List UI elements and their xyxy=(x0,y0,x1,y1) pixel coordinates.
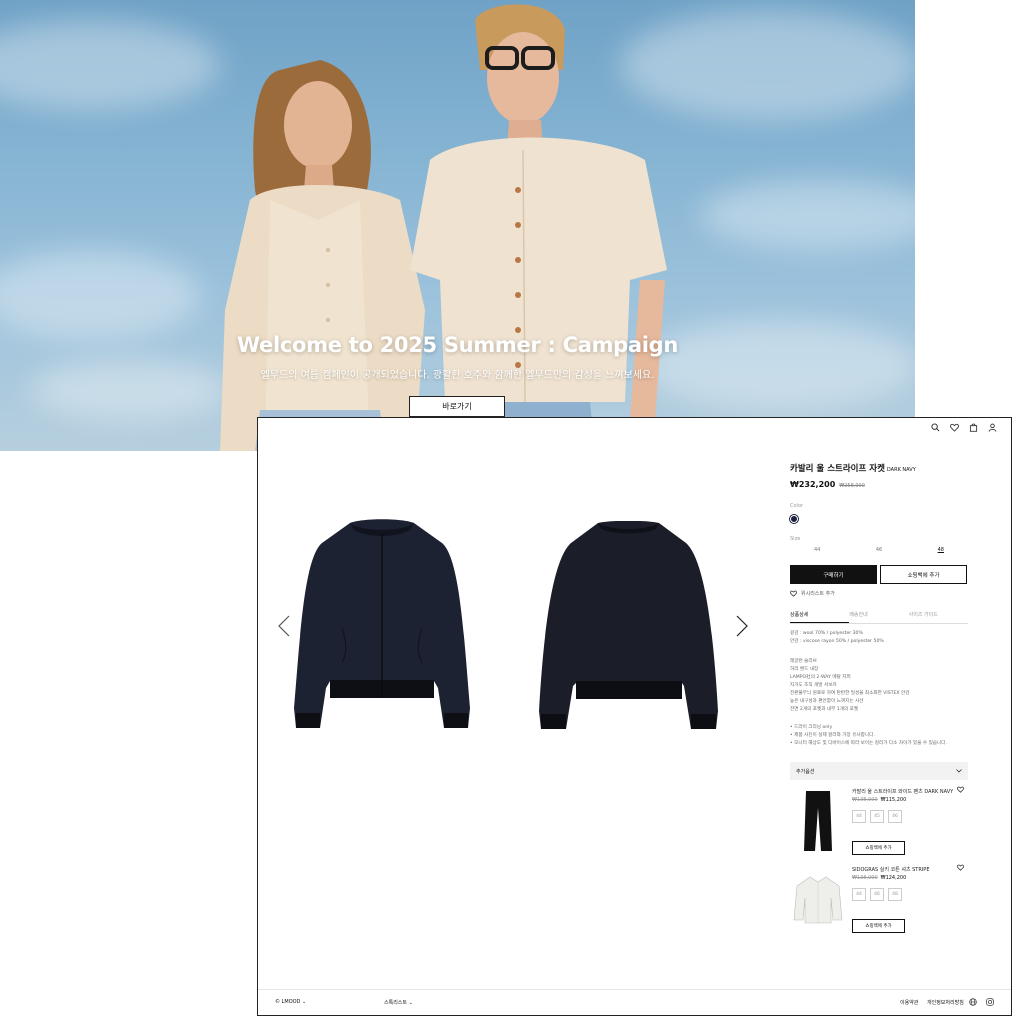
material-line: 안감 : viscose rayon 50% / polyester 50% xyxy=(790,639,884,644)
hero-banner: Welcome to 2025 Summer : Campaign 엘무드의 여… xyxy=(0,0,915,451)
chevron-down-icon: ⌄ xyxy=(302,999,307,1005)
tab-detail[interactable]: 상품상세 xyxy=(790,609,850,623)
buy-button[interactable]: 구매하기 xyxy=(790,565,877,584)
rec-sale-price: ₩124,200 xyxy=(880,875,907,881)
rec-size-option[interactable]: 44 xyxy=(852,888,866,901)
hero-subtitle: 엘무드의 여름 캠페인이 공개되었습니다. 광활한 호주와 함께한 엘무드만의 … xyxy=(260,370,655,381)
detail-line: 지거도 조직 개발 서보카 xyxy=(790,683,837,688)
care-notes: 드라이 크리닝 only 제품 사진이 실제 컬러와 가장 유사합니다. 모니터… xyxy=(790,724,968,748)
size-label: Size xyxy=(790,536,801,542)
rec-sizes: 44 46 48 xyxy=(852,888,902,901)
product-variant: DARK NAVY xyxy=(886,467,916,473)
material-line: 겉감 : wool 70% / polyester 30% xyxy=(790,631,863,636)
header-icons xyxy=(930,422,997,432)
rec-name[interactable]: 카발리 울 스트라이프 와이드 팬츠 DARK NAVY xyxy=(852,788,953,795)
product-price: ₩232,200 xyxy=(790,480,836,489)
wishlist-add[interactable]: 위시리스트 추가 xyxy=(790,590,968,597)
rec-size-option[interactable]: 45 xyxy=(870,810,884,823)
size-option-selected[interactable]: 48 xyxy=(938,547,944,553)
hero-title: Welcome to 2025 Summer : Campaign xyxy=(236,333,679,357)
detail-line: 높은 내구성과 편안함이 느껴지는 사선 xyxy=(790,699,864,704)
footer-terms-link[interactable]: 이용약관 xyxy=(900,999,918,1006)
rec-old-price: ₩138,000 xyxy=(852,797,878,803)
tab-size-guide[interactable]: 사이즈 가이드 xyxy=(909,609,968,623)
heart-icon[interactable] xyxy=(957,786,964,793)
shirt-thumbnail[interactable] xyxy=(790,864,846,934)
rec-old-price: ₩138,000 xyxy=(852,875,878,881)
page: Welcome to 2025 Summer : Campaign 엘무드의 여… xyxy=(0,0,1013,1017)
color-options xyxy=(790,515,968,523)
rec-name[interactable]: SIDOGRAS 실키 코튼 셔츠 STRIPE xyxy=(852,866,929,873)
price-row: ₩232,200 ₩258,000 xyxy=(790,480,968,489)
rec-add-to-bag-button[interactable]: 쇼핑백에 추가 xyxy=(852,841,905,855)
detail-line: 허리 밴드 내장 xyxy=(790,667,819,672)
model-man-image xyxy=(410,4,667,451)
size-option[interactable]: 44 xyxy=(814,547,820,553)
recommended-item: SIDOGRAS 실키 코튼 셔츠 STRIPE ₩138,000 ₩124,20… xyxy=(790,864,968,940)
jacket-back-image xyxy=(539,521,718,729)
prev-image-arrow[interactable] xyxy=(276,614,292,638)
jacket-front-image xyxy=(294,519,470,728)
note-item: 모니터 해상도 및 디바이스에 따라 보이는 컬러가 다소 차이가 있을 수 있… xyxy=(790,740,968,748)
purchase-buttons: 구매하기 쇼핑백에 추가 xyxy=(790,565,968,584)
hero-go-button[interactable]: 바로가기 xyxy=(409,396,505,417)
detail-tabs: 상품상세 배송안내 사이즈 가이드 xyxy=(790,609,968,624)
wishlist-label: 위시리스트 추가 xyxy=(801,591,835,597)
cloud xyxy=(0,20,220,110)
note-item: 제품 사진이 실제 컬러와 가장 유사합니다. xyxy=(790,732,968,740)
heart-icon[interactable] xyxy=(949,422,959,432)
footer-stocklist-selector[interactable]: 스톡리스트 ⌄ xyxy=(384,999,413,1006)
detail-info: 레글런 슬리브 허리 밴드 내장 LAMPO社의 2-WAY 메탈 지퍼 지거도… xyxy=(790,658,968,714)
material-info: 겉감 : wool 70% / polyester 30% 안감 : visco… xyxy=(790,630,968,646)
footer-brand: © LMOOD xyxy=(275,999,301,1005)
size-option[interactable]: 46 xyxy=(876,547,882,553)
search-icon[interactable] xyxy=(930,422,940,432)
chevron-down-icon xyxy=(956,769,962,773)
next-image-arrow[interactable] xyxy=(734,614,750,638)
detail-line: LAMPO社의 2-WAY 메탈 지퍼 xyxy=(790,675,851,680)
cloud xyxy=(700,180,915,250)
detail-line: 레글런 슬리브 xyxy=(790,659,817,664)
user-icon[interactable] xyxy=(987,422,997,432)
rec-size-option[interactable]: 48 xyxy=(888,888,902,901)
rec-add-to-bag-button[interactable]: 쇼핑백에 추가 xyxy=(852,919,905,933)
globe-icon[interactable] xyxy=(969,998,977,1008)
bag-icon[interactable] xyxy=(968,422,978,432)
product-name: 카발리 울 스트라이프 자켓 xyxy=(790,464,885,474)
product-detail-panel: 카발리 울 스트라이프 자켓 DARK NAVY ₩232,200 ₩258,00… xyxy=(257,417,1012,1016)
chevron-down-icon: ⌄ xyxy=(408,1000,413,1006)
heart-icon xyxy=(790,590,797,597)
rec-price: ₩138,000 ₩124,200 xyxy=(852,875,906,881)
detail-line: 전판불무늬 원료로 하여 탄탄한 밀성을 최소화한 VISTEX 안감 xyxy=(790,691,910,696)
recommended-item: 카발리 울 스트라이프 와이드 팬츠 DARK NAVY ₩138,000 ₩11… xyxy=(790,786,968,862)
instagram-icon[interactable] xyxy=(986,998,994,1008)
add-to-bag-button[interactable]: 쇼핑백에 추가 xyxy=(880,565,967,584)
rec-sale-price: ₩115,200 xyxy=(880,797,907,803)
rec-sizes: 44 45 46 xyxy=(852,810,902,823)
pants-thumbnail[interactable] xyxy=(790,786,846,856)
footer-stocklist: 스톡리스트 xyxy=(384,1000,408,1006)
product-info: 카발리 울 스트라이프 자켓 DARK NAVY ₩232,200 ₩258,00… xyxy=(790,462,968,940)
product-title: 카발리 울 스트라이프 자켓 DARK NAVY xyxy=(790,462,968,474)
extra-options-label: 추가옵션 xyxy=(796,768,815,775)
rec-size-option[interactable]: 46 xyxy=(870,888,884,901)
cloud xyxy=(0,250,200,340)
tab-shipping[interactable]: 배송안내 xyxy=(849,609,908,623)
detail-line: 전면 2개의 포켓과 내부 1개의 포켓 xyxy=(790,707,859,712)
rec-price: ₩138,000 ₩115,200 xyxy=(852,797,906,803)
heart-icon[interactable] xyxy=(957,864,964,871)
extra-options-toggle[interactable]: 추가옵션 xyxy=(790,762,968,780)
product-original-price: ₩258,000 xyxy=(839,483,865,489)
note-item: 드라이 크리닝 only xyxy=(790,724,968,732)
color-swatch-dark-navy[interactable] xyxy=(790,515,798,523)
footer-privacy-link[interactable]: 개인정보처리방침 xyxy=(927,999,964,1006)
footer: © LMOOD ⌄ 스톡리스트 ⌄ 이용약관 개인정보처리방침 xyxy=(258,989,1011,1015)
footer-brand-selector[interactable]: © LMOOD ⌄ xyxy=(275,999,306,1005)
size-options: 44 46 48 xyxy=(790,547,968,553)
rec-size-option[interactable]: 44 xyxy=(852,810,866,823)
color-label: Color xyxy=(790,503,804,509)
rec-size-option[interactable]: 46 xyxy=(888,810,902,823)
